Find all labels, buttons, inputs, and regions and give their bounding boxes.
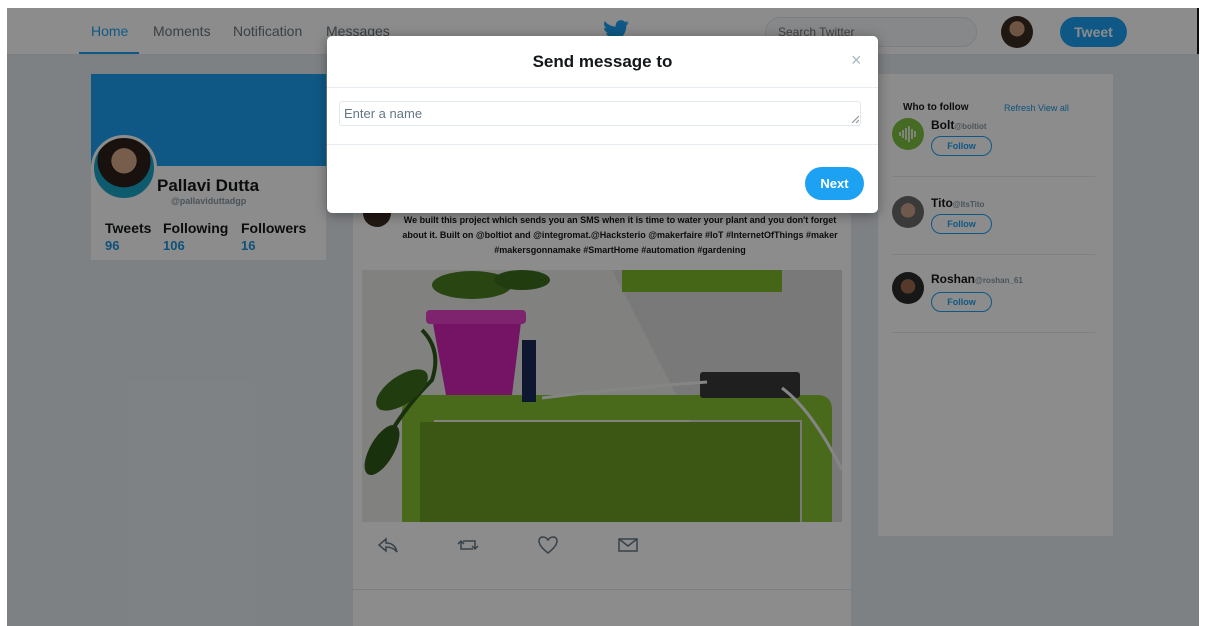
send-message-dialog: Send message to × Next xyxy=(327,36,878,213)
resize-handle-icon[interactable] xyxy=(851,115,859,123)
dialog-divider xyxy=(327,144,878,145)
dialog-title: Send message to xyxy=(532,52,673,71)
close-icon[interactable]: × xyxy=(851,50,862,71)
next-button[interactable]: Next xyxy=(805,167,864,200)
recipient-name-input[interactable] xyxy=(339,101,861,126)
dialog-divider xyxy=(327,87,878,88)
